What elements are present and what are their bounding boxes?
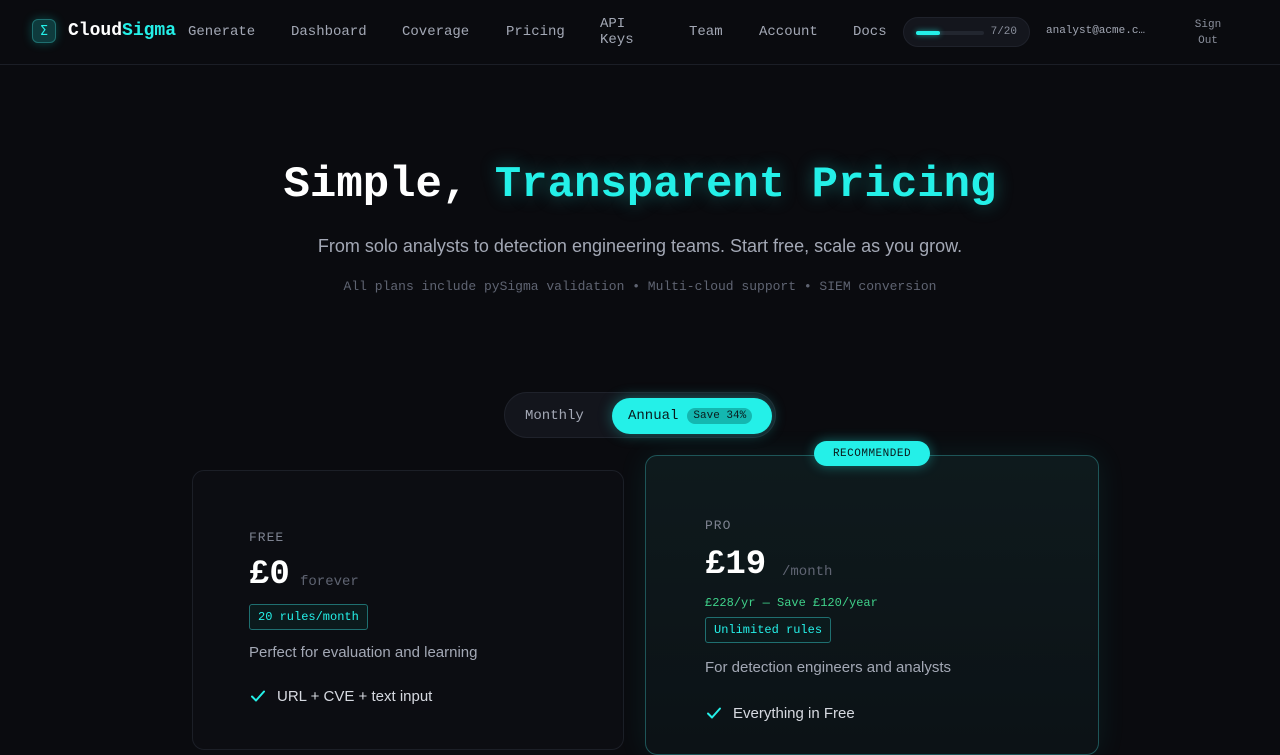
- brand-name-part2: Sigma: [122, 21, 177, 41]
- plan-period-pro: /month: [782, 564, 833, 580]
- usage-track: [916, 31, 984, 35]
- usage-meter: 7/20: [903, 17, 1030, 47]
- nav-link-team[interactable]: Team: [689, 24, 723, 40]
- page-title-plain: Simple,: [283, 160, 495, 210]
- plan-annual-note-pro: £228/yr — Save £120/year: [705, 596, 878, 610]
- nav-link-docs[interactable]: Docs: [853, 24, 887, 40]
- billing-annual-label: Annual: [628, 408, 679, 424]
- sign-out-button[interactable]: Sign Out: [1186, 17, 1230, 49]
- nav-link-pricing[interactable]: Pricing: [506, 24, 565, 40]
- plan-feature-pro: Everything in Free: [705, 704, 855, 722]
- recommended-badge: RECOMMENDED: [814, 441, 930, 466]
- nav-link-generate[interactable]: Generate: [188, 24, 255, 40]
- save-badge: Save 34%: [687, 408, 753, 424]
- usage-fill: [916, 31, 940, 35]
- check-icon: [707, 707, 721, 719]
- top-nav: Σ CloudSigma Generate Dashboard Coverage…: [0, 0, 1280, 65]
- page-title-accent: Transparent Pricing: [494, 160, 997, 210]
- plan-feature-label: Everything in Free: [733, 704, 855, 722]
- brand-name: CloudSigma: [68, 21, 176, 41]
- usage-count: 7/20: [990, 26, 1017, 38]
- billing-toggle: Monthly Annual Save 34%: [504, 392, 776, 438]
- page-subtitle: From solo analysts to detection engineer…: [317, 236, 963, 256]
- plan-period-free: forever: [300, 574, 359, 590]
- nav-link-dashboard[interactable]: Dashboard: [291, 24, 367, 40]
- plan-feature-label: URL + CVE + text input: [277, 687, 433, 705]
- sigma-logo-icon: Σ: [32, 19, 56, 43]
- billing-annual-option[interactable]: Annual Save 34%: [612, 398, 772, 434]
- plans-include-note: All plans include pySigma validation • M…: [343, 279, 937, 294]
- plan-quota-free: 20 rules/month: [249, 604, 368, 630]
- page-title: Simple, Transparent Pricing: [0, 160, 1280, 210]
- check-icon: [251, 690, 265, 702]
- billing-monthly-option[interactable]: Monthly: [525, 408, 584, 424]
- plan-tier-pro: PRO: [705, 518, 732, 533]
- nav-link-account[interactable]: Account: [759, 24, 818, 40]
- nav-link-api-keys[interactable]: API Keys: [600, 16, 652, 48]
- plan-description-free: Perfect for evaluation and learning: [249, 644, 478, 661]
- plan-feature-free: URL + CVE + text input: [249, 687, 432, 705]
- brand-name-part1: Cloud: [68, 21, 123, 41]
- plan-tier-free: FREE: [249, 530, 285, 545]
- plan-quota-pro: Unlimited rules: [705, 617, 832, 643]
- brand-logo[interactable]: Σ CloudSigma: [32, 19, 176, 43]
- plan-price-pro: £19: [705, 546, 767, 584]
- account-email[interactable]: analyst@acme.c…: [1046, 25, 1158, 37]
- nav-link-coverage[interactable]: Coverage: [402, 24, 469, 40]
- plan-price-free: £0: [249, 556, 290, 594]
- plan-description-pro: For detection engineers and analysts: [705, 659, 951, 676]
